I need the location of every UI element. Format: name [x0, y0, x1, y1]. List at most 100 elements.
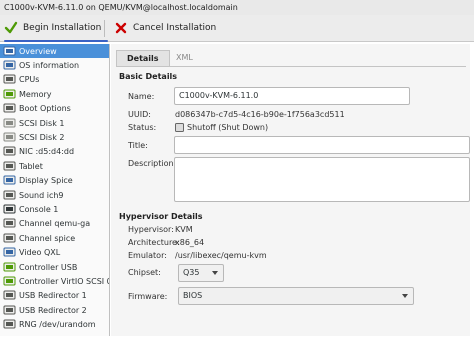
tab-xml[interactable]: XML — [166, 50, 203, 66]
status-label: Status: — [128, 123, 157, 132]
sidebar-item-scsi-disk-1[interactable]: SCSI Disk 1 — [0, 116, 109, 130]
firmware-select[interactable]: BIOS — [178, 287, 414, 305]
sidebar-item-nic-d5-d4-dd[interactable]: NIC :d5:d4:dd — [0, 145, 109, 159]
checkmark-icon — [4, 21, 18, 34]
cancel-installation-label: Cancel Installation — [133, 23, 217, 33]
controller-icon — [3, 262, 16, 272]
sidebar-item-usb-redirector-2[interactable]: USB Redirector 2 — [0, 303, 109, 317]
chevron-down-icon — [402, 294, 408, 298]
name-field[interactable]: C1000v-KVM-6.11.0 — [174, 87, 410, 105]
usb-icon — [3, 290, 16, 300]
sidebar-item-overview[interactable]: Overview — [0, 44, 109, 59]
sidebar-item-display-spice[interactable]: Display Spice — [0, 174, 109, 188]
sidebar-item-boot-options[interactable]: Boot Options — [0, 102, 109, 116]
sidebar-item-controller-virtio-scsi-0[interactable]: Controller VirtIO SCSI 0 — [0, 274, 109, 288]
title-field[interactable] — [174, 136, 470, 154]
sidebar-item-os-information[interactable]: OS information — [0, 58, 109, 72]
sidebar-item-label: Boot Options — [19, 104, 71, 114]
sidebar-item-video-qxl[interactable]: Video QXL — [0, 245, 109, 259]
chipset-select[interactable]: Q35 — [178, 264, 224, 282]
shutoff-icon — [175, 123, 184, 132]
cancel-icon — [115, 22, 127, 34]
basic-details-heading: Basic Details — [119, 72, 178, 81]
sidebar-item-label: Overview — [19, 46, 57, 56]
sidebar-item-sound-ich9[interactable]: Sound ich9 — [0, 188, 109, 202]
emulator-label: Emulator: — [128, 251, 167, 260]
sidebar-item-label: Controller VirtIO SCSI 0 — [19, 276, 110, 286]
description-label: Description: — [128, 159, 177, 168]
sidebar-item-console-1[interactable]: Console 1 — [0, 202, 109, 216]
status-text: Shutoff (Shut Down) — [187, 123, 269, 132]
channel-icon — [3, 218, 16, 228]
console-icon — [3, 204, 16, 214]
uuid-label: UUID: — [128, 110, 151, 119]
sidebar-item-label: SCSI Disk 2 — [19, 133, 65, 143]
tablet-icon — [3, 161, 16, 171]
sidebar-item-channel-spice[interactable]: Channel spice — [0, 231, 109, 245]
sidebar-item-label: OS information — [19, 61, 80, 71]
hypervisor-details-heading: Hypervisor Details — [119, 212, 203, 221]
video-icon — [3, 247, 16, 257]
begin-installation-button[interactable]: Begin Installation — [4, 20, 101, 36]
title-label: Title: — [128, 141, 148, 150]
toolbar-separator — [104, 20, 105, 37]
sidebar-item-label: RNG /dev/urandom — [19, 320, 96, 330]
details-pane: Details XML Basic Details Name: C1000v-K… — [111, 44, 474, 336]
sidebar-item-label: Console 1 — [19, 204, 59, 214]
rng-icon — [3, 319, 16, 329]
chipset-value: Q35 — [183, 268, 200, 277]
channel-icon — [3, 233, 16, 243]
firmware-value: BIOS — [183, 291, 203, 300]
hypervisor-label: Hypervisor: — [128, 225, 174, 234]
details-panel: Basic Details Name: C1000v-KVM-6.11.0 UU… — [116, 66, 470, 337]
toolbar: Begin Installation Cancel Installation — [0, 15, 474, 42]
description-field[interactable] — [174, 157, 470, 202]
sidebar-item-label: Display Spice — [19, 176, 73, 186]
cpu-icon — [3, 74, 16, 84]
tab-details[interactable]: Details — [116, 50, 170, 67]
sidebar-item-channel-qemu-ga[interactable]: Channel qemu-ga — [0, 217, 109, 231]
tab-bar: Details XML — [116, 50, 466, 67]
cancel-installation-button[interactable]: Cancel Installation — [114, 20, 216, 36]
sidebar-item-cpus[interactable]: CPUs — [0, 73, 109, 87]
begin-installation-label: Begin Installation — [23, 23, 102, 33]
usb-icon — [3, 305, 16, 315]
display-icon — [3, 175, 16, 185]
name-label: Name: — [128, 92, 155, 101]
sidebar-item-label: Channel qemu-ga — [19, 219, 91, 229]
chevron-down-icon — [212, 271, 218, 275]
sidebar-item-usb-redirector-1[interactable]: USB Redirector 1 — [0, 289, 109, 303]
nic-icon — [3, 146, 16, 156]
chipset-label: Chipset: — [128, 268, 161, 277]
window-title: C1000v-KVM-6.11.0 on QEMU/KVM@localhost.… — [0, 0, 474, 15]
sidebar-item-memory[interactable]: Memory — [0, 87, 109, 101]
hand-drawn-underline — [4, 40, 108, 42]
sound-icon — [3, 190, 16, 200]
sidebar-item-rng-dev-urandom[interactable]: RNG /dev/urandom — [0, 317, 109, 331]
sidebar-item-scsi-disk-2[interactable]: SCSI Disk 2 — [0, 130, 109, 144]
monitor-icon — [3, 46, 16, 56]
boot-icon — [3, 103, 16, 113]
info-icon — [3, 60, 16, 70]
hardware-sidebar: Overview OS information CPUs Memory Boot Opt… — [0, 44, 110, 336]
disk-icon — [3, 118, 16, 128]
sidebar-item-label: Video QXL — [19, 248, 61, 258]
firmware-label: Firmware: — [128, 292, 168, 301]
sidebar-item-tablet[interactable]: Tablet — [0, 159, 109, 173]
sidebar-item-label: SCSI Disk 1 — [19, 118, 65, 128]
hypervisor-value: KVM — [175, 225, 193, 234]
status-value: Shutoff (Shut Down) — [175, 123, 268, 132]
scrollbar[interactable] — [470, 44, 474, 336]
sidebar-item-label: Memory — [19, 89, 52, 99]
sidebar-item-label: Sound ich9 — [19, 190, 64, 200]
sidebar-item-label: USB Redirector 2 — [19, 305, 87, 315]
memory-icon — [3, 89, 16, 99]
sidebar-item-label: Channel spice — [19, 233, 76, 243]
emulator-value: /usr/libexec/qemu-kvm — [175, 251, 267, 260]
sidebar-item-label: USB Redirector 1 — [19, 291, 87, 301]
sidebar-item-label: CPUs — [19, 75, 40, 85]
sidebar-item-label: NIC :d5:d4:dd — [19, 147, 75, 157]
sidebar-item-controller-usb[interactable]: Controller USB — [0, 260, 109, 274]
architecture-value: x86_64 — [175, 238, 205, 247]
sidebar-item-label: Tablet — [19, 161, 43, 171]
